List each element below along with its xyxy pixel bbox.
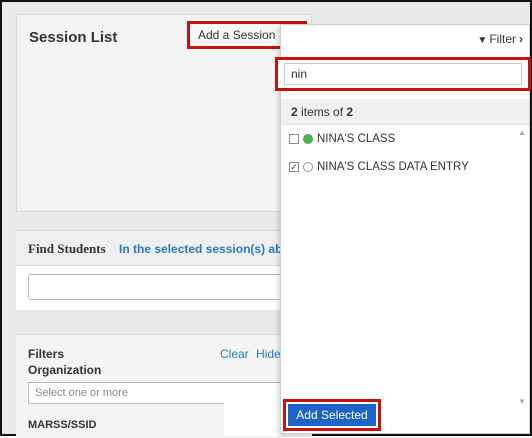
organization-label: Organization bbox=[28, 363, 102, 377]
scroll-up-icon[interactable]: ▲ bbox=[518, 128, 526, 137]
status-dot-icon bbox=[303, 162, 313, 172]
search-highlight bbox=[275, 57, 531, 91]
count-total: 2 bbox=[346, 105, 354, 119]
option-checkbox[interactable]: ✓ bbox=[289, 162, 299, 172]
session-list-title: Session List bbox=[29, 29, 118, 46]
session-dropdown: ▼Filter› 2 items of 2 NINA'S CLASS ✓ NIN… bbox=[275, 24, 531, 434]
find-students-bar: Find Students In the selected session(s)… bbox=[16, 230, 312, 266]
selected-sessions-link[interactable]: In the selected session(s) ab bbox=[119, 242, 282, 256]
session-options-list: NINA'S CLASS ✓ NINA'S CLASS DATA ENTRY bbox=[281, 125, 517, 181]
option-label: NINA'S CLASS DATA ENTRY bbox=[317, 161, 469, 173]
filter-toggle[interactable]: ▼ Filter › bbox=[477, 32, 523, 46]
count-shown: 2 bbox=[291, 105, 298, 119]
list-item[interactable]: NINA'S CLASS bbox=[281, 125, 517, 153]
filter-funnel-icon: ▼ bbox=[477, 35, 488, 46]
bottom-strip bbox=[224, 400, 282, 436]
hide-filters-link[interactable]: Hide bbox=[256, 347, 281, 361]
find-students-label: Find Students bbox=[28, 241, 106, 256]
session-search-input[interactable] bbox=[284, 63, 522, 85]
options-scrollbar[interactable] bbox=[517, 127, 527, 413]
find-students-input[interactable] bbox=[28, 274, 318, 300]
app-frame: Session List Add a Session Find Students… bbox=[0, 0, 532, 438]
marss-ssid-label: MARSS/SSID bbox=[28, 419, 97, 431]
session-list-panel: Session List Add a Session bbox=[16, 14, 312, 212]
filter-label: Filter bbox=[489, 32, 516, 46]
clear-filters-link[interactable]: Clear bbox=[220, 347, 249, 361]
count-of-label: items of bbox=[301, 105, 344, 119]
chevron-right-icon: › bbox=[519, 32, 523, 46]
list-item[interactable]: ✓ NINA'S CLASS DATA ENTRY bbox=[281, 153, 517, 181]
item-count: 2 items of 2 bbox=[281, 99, 529, 125]
option-label: NINA'S CLASS bbox=[317, 133, 396, 145]
filters-title: Filters bbox=[28, 347, 65, 361]
option-checkbox[interactable] bbox=[289, 134, 299, 144]
status-dot-icon bbox=[303, 134, 313, 144]
find-students-area bbox=[16, 266, 318, 310]
add-selected-highlight: Add Selected bbox=[283, 399, 381, 431]
scroll-down-icon[interactable]: ▼ bbox=[518, 397, 526, 406]
add-selected-button[interactable]: Add Selected bbox=[288, 404, 376, 426]
